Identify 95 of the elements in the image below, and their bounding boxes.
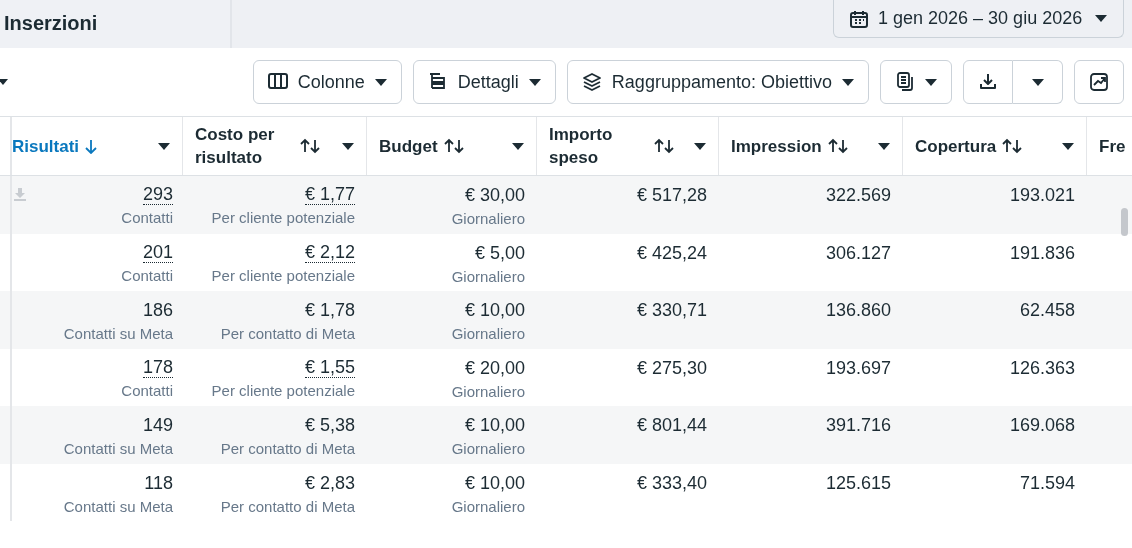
document-stack-icon: [895, 72, 915, 92]
sort-icon: [827, 138, 848, 154]
menu-button[interactable]: Dettagli: [412, 60, 556, 104]
table-cell: 191.836: [1009, 241, 1075, 264]
table-cell: € 1,78: [304, 299, 355, 321]
table-cell: € 333,40: [636, 471, 707, 494]
column-header[interactable]: Costo per risultato: [183, 117, 367, 175]
table-cell: € 330,71: [636, 299, 707, 321]
cell-caption: Per cliente potenziale: [211, 209, 355, 226]
list-icon: [427, 72, 448, 92]
table-cell: 136.860: [825, 299, 891, 321]
cell-caption: Giornaliero: [451, 497, 525, 515]
sort-icon: [654, 138, 674, 154]
caret-icon: [528, 78, 541, 86]
cell-caption: Per cliente potenziale: [211, 381, 355, 399]
cell-caption: Contatti su Meta: [63, 440, 173, 457]
table-cell[interactable]: € 1,77: [304, 184, 355, 205]
column-header[interactable]: Budget: [367, 117, 537, 175]
table-cell: € 30,00: [464, 184, 525, 206]
columns-icon: [267, 72, 288, 92]
menu-button[interactable]: Colonne: [252, 60, 402, 104]
sort-icon: [300, 138, 320, 154]
table-cell: 71.594: [1019, 471, 1075, 494]
column-header[interactable]: Copertura: [903, 117, 1087, 175]
table-cell: € 517,28: [636, 184, 707, 206]
caret-icon: [374, 78, 387, 86]
caret-icon: [158, 142, 170, 150]
caret-icon: [842, 78, 854, 86]
table-cell: 149: [142, 414, 173, 436]
cell-caption: Giornaliero: [451, 325, 525, 342]
chart-button[interactable]: [1074, 60, 1124, 104]
table-cell: 118: [144, 471, 173, 494]
table-cell: € 275,30: [636, 356, 707, 379]
table-cell: 186: [142, 299, 173, 321]
table-cell: € 2,83: [304, 471, 355, 494]
caret-icon: [878, 142, 890, 150]
table-cell: 306.127: [825, 241, 891, 264]
caret-icon: [694, 142, 706, 150]
chart-icon: [1089, 72, 1109, 92]
caret-icon: [342, 142, 354, 150]
table-cell: € 801,44: [636, 414, 707, 436]
table-cell[interactable]: 201: [142, 241, 173, 263]
table-cell: 322.569: [825, 184, 891, 206]
calendar-icon: [850, 9, 868, 28]
table-cell[interactable]: 178: [142, 356, 173, 378]
cell-caption: Contatti: [121, 381, 173, 399]
table-cell[interactable]: 293: [142, 184, 173, 205]
cell-caption: Giornaliero: [451, 440, 525, 457]
menu-button[interactable]: Raggruppamento: Obiettivo: [566, 60, 869, 104]
scrollbar-thumb[interactable]: [1121, 208, 1128, 236]
table-cell: 193.021: [1009, 184, 1075, 206]
caret-icon[interactable]: [0, 79, 8, 85]
column-header[interactable]: Risultati: [12, 117, 183, 175]
table-cell[interactable]: € 2,12: [304, 241, 355, 263]
cell-caption: Per cliente potenziale: [211, 266, 355, 284]
caret-icon: [1095, 15, 1107, 22]
table-cell: € 10,00: [464, 299, 525, 321]
caret-icon: [1062, 142, 1074, 150]
sort-icon: [1002, 138, 1023, 154]
column-header[interactable]: Impression: [719, 117, 903, 175]
table-cell: € 20,00: [464, 356, 525, 379]
layers-icon: [581, 72, 602, 92]
cell-caption: Contatti: [121, 209, 173, 226]
cell-caption: Giornaliero: [451, 267, 525, 285]
table-cell: € 425,24: [636, 241, 707, 264]
cell-caption: Giornaliero: [451, 382, 525, 400]
cell-caption: Giornaliero: [451, 210, 525, 227]
table-cell: 126.363: [1009, 356, 1075, 379]
caret-icon: [925, 78, 937, 86]
cell-caption: Per contatto di Meta: [220, 497, 355, 515]
sort-descending-icon: [85, 138, 98, 154]
cell-caption: Contatti: [121, 266, 173, 284]
table-cell: 125.615: [825, 471, 891, 494]
column-header[interactable]: Fre: [1087, 117, 1132, 175]
cell-caption: Per contatto di Meta: [220, 440, 355, 457]
column-header[interactable]: Importo speso: [537, 117, 719, 175]
sort-icon: [443, 138, 464, 154]
cell-caption: Contatti su Meta: [63, 325, 173, 342]
table-cell: € 10,00: [464, 471, 525, 494]
download-button[interactable]: [963, 60, 1013, 104]
table-cell: € 5,00: [474, 241, 525, 264]
table-cell[interactable]: € 1,55: [304, 356, 355, 378]
reports-menu-button[interactable]: [880, 60, 952, 104]
table-cell: € 10,00: [464, 414, 525, 436]
table-cell: 391.716: [825, 414, 891, 436]
download-icon: [978, 72, 998, 92]
caret-icon: [1031, 78, 1044, 86]
date-range-button[interactable]: 1 gen 2026 – 30 giu 2026: [833, 0, 1124, 38]
caret-icon: [512, 142, 524, 150]
table-cell: 62.458: [1019, 299, 1075, 321]
cell-caption: Contatti su Meta: [63, 497, 173, 515]
table-cell: € 5,38: [304, 414, 355, 436]
table-cell: 169.068: [1009, 414, 1075, 436]
table-cell: 193.697: [825, 356, 891, 379]
cell-caption: Per contatto di Meta: [220, 325, 355, 342]
